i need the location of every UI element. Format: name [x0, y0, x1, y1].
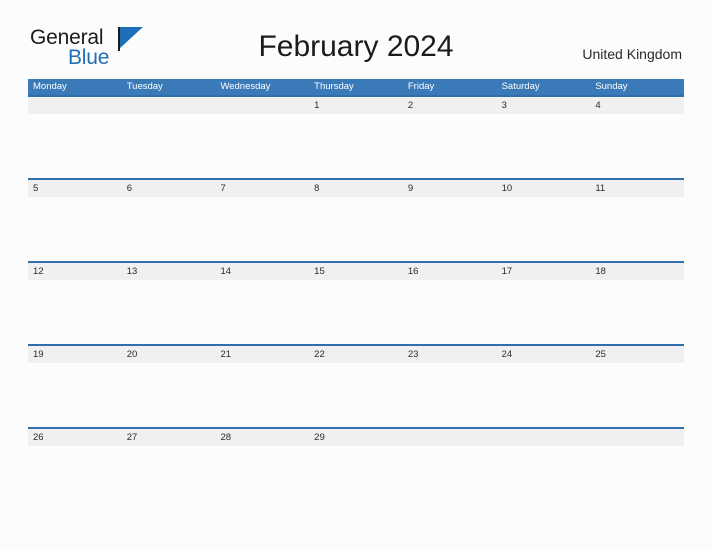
day-content-cell[interactable] — [309, 363, 403, 427]
week-row: 5 6 7 8 9 10 11 — [28, 178, 684, 261]
date-number-band: 19 20 21 22 23 24 25 — [28, 346, 684, 363]
date-number-band: 26 27 28 29 — [28, 429, 684, 446]
week-row: 12 13 14 15 16 17 18 — [28, 261, 684, 344]
weekday-header-monday: Monday — [33, 81, 67, 92]
day-content-cell[interactable] — [403, 197, 497, 261]
date-number[interactable]: 21 — [215, 346, 309, 363]
day-content-cell[interactable] — [590, 280, 684, 344]
day-content-cell[interactable] — [403, 114, 497, 178]
date-number[interactable]: 1 — [309, 97, 403, 114]
day-content-cell[interactable] — [403, 446, 497, 510]
weekday-header-sunday: Sunday — [595, 81, 628, 92]
day-content-band — [28, 114, 684, 178]
day-content-cell[interactable] — [215, 114, 309, 178]
date-number[interactable]: 15 — [309, 263, 403, 280]
date-number[interactable]: 25 — [590, 346, 684, 363]
day-content-cell[interactable] — [28, 114, 122, 178]
week-row: 26 27 28 29 — [28, 427, 684, 510]
day-content-cell[interactable] — [28, 197, 122, 261]
weekday-header-friday: Friday — [407, 81, 435, 92]
date-number[interactable]: 6 — [122, 180, 216, 197]
day-content-cell[interactable] — [122, 197, 216, 261]
week-row: 1 2 3 4 — [28, 95, 684, 178]
day-content-band — [28, 197, 684, 261]
day-content-cell[interactable] — [309, 114, 403, 178]
day-content-cell[interactable] — [309, 280, 403, 344]
region-label: United Kingdom — [582, 46, 682, 62]
calendar-grid: Monday Tuesday Wednesday Thursday Friday… — [28, 79, 684, 510]
date-number[interactable]: 27 — [122, 429, 216, 446]
date-number[interactable] — [497, 429, 591, 446]
date-number-band: 5 6 7 8 9 10 11 — [28, 180, 684, 197]
date-number[interactable]: 29 — [309, 429, 403, 446]
date-number[interactable]: 16 — [403, 263, 497, 280]
weekday-header-wednesday: Wednesday — [220, 81, 271, 92]
day-content-cell[interactable] — [122, 114, 216, 178]
day-content-cell[interactable] — [215, 363, 309, 427]
day-content-cell[interactable] — [28, 280, 122, 344]
day-content-cell[interactable] — [28, 446, 122, 510]
date-number[interactable]: 5 — [28, 180, 122, 197]
date-number[interactable]: 26 — [28, 429, 122, 446]
date-number[interactable]: 20 — [122, 346, 216, 363]
day-content-cell[interactable] — [497, 280, 591, 344]
date-number[interactable]: 28 — [215, 429, 309, 446]
day-content-cell[interactable] — [590, 446, 684, 510]
day-content-band — [28, 363, 684, 427]
date-number[interactable] — [590, 429, 684, 446]
date-number[interactable]: 23 — [403, 346, 497, 363]
page-header: General Blue February 2024 United Kingdo… — [0, 0, 712, 69]
day-content-cell[interactable] — [215, 280, 309, 344]
date-number[interactable]: 8 — [309, 180, 403, 197]
date-number[interactable] — [403, 429, 497, 446]
date-number[interactable]: 24 — [497, 346, 591, 363]
date-number[interactable]: 18 — [590, 263, 684, 280]
date-number[interactable]: 7 — [215, 180, 309, 197]
day-content-cell[interactable] — [403, 363, 497, 427]
date-number[interactable] — [28, 97, 122, 114]
date-number[interactable]: 2 — [403, 97, 497, 114]
day-content-cell[interactable] — [309, 446, 403, 510]
day-content-cell[interactable] — [122, 446, 216, 510]
date-number-band: 1 2 3 4 — [28, 97, 684, 114]
day-content-band — [28, 446, 684, 510]
day-content-cell[interactable] — [122, 280, 216, 344]
date-number[interactable]: 17 — [497, 263, 591, 280]
weekday-header-saturday: Saturday — [501, 81, 540, 92]
date-number[interactable]: 19 — [28, 346, 122, 363]
day-content-cell[interactable] — [497, 363, 591, 427]
day-content-cell[interactable] — [403, 280, 497, 344]
day-content-cell[interactable] — [590, 197, 684, 261]
weekday-header-thursday: Thursday — [314, 81, 354, 92]
date-number[interactable]: 4 — [590, 97, 684, 114]
day-content-cell[interactable] — [497, 114, 591, 178]
date-number[interactable] — [122, 97, 216, 114]
date-number-band: 12 13 14 15 16 17 18 — [28, 263, 684, 280]
date-number[interactable]: 12 — [28, 263, 122, 280]
week-row: 19 20 21 22 23 24 25 — [28, 344, 684, 427]
date-number[interactable]: 14 — [215, 263, 309, 280]
date-number[interactable]: 3 — [497, 97, 591, 114]
date-number[interactable] — [215, 97, 309, 114]
day-content-cell[interactable] — [590, 363, 684, 427]
day-content-cell[interactable] — [215, 446, 309, 510]
day-content-cell[interactable] — [497, 446, 591, 510]
day-content-cell[interactable] — [28, 363, 122, 427]
weekday-header-row: Monday Tuesday Wednesday Thursday Friday… — [28, 79, 684, 95]
day-content-cell[interactable] — [309, 197, 403, 261]
day-content-band — [28, 280, 684, 344]
day-content-cell[interactable] — [215, 197, 309, 261]
date-number[interactable]: 22 — [309, 346, 403, 363]
date-number[interactable]: 13 — [122, 263, 216, 280]
day-content-cell[interactable] — [497, 197, 591, 261]
calendar-page: General Blue February 2024 United Kingdo… — [0, 0, 712, 550]
day-content-cell[interactable] — [122, 363, 216, 427]
date-number[interactable]: 11 — [590, 180, 684, 197]
day-content-cell[interactable] — [590, 114, 684, 178]
date-number[interactable]: 9 — [403, 180, 497, 197]
date-number[interactable]: 10 — [497, 180, 591, 197]
weekday-header-tuesday: Tuesday — [126, 81, 163, 92]
